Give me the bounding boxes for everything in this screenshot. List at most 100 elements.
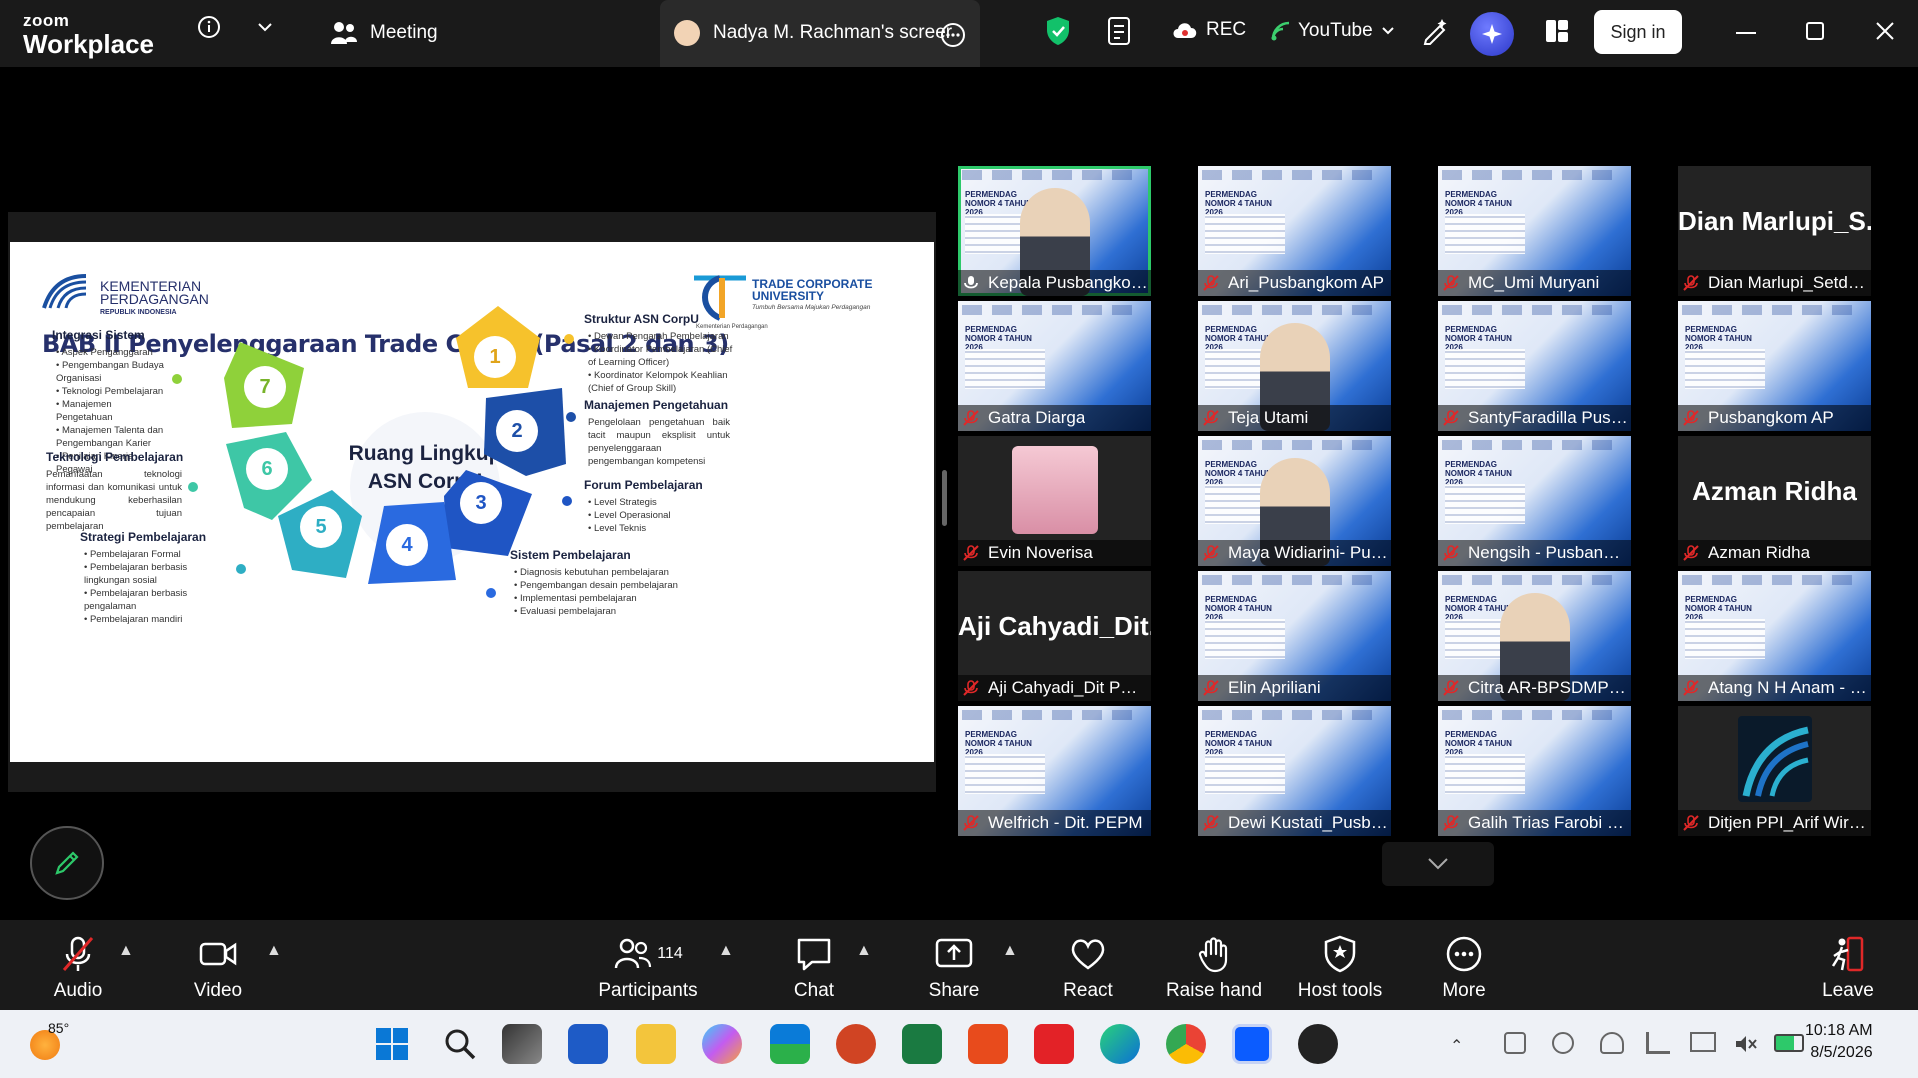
participant-name-bar: Ari_Pusbangkom AP xyxy=(1198,270,1391,296)
task-view-icon[interactable] xyxy=(502,1024,542,1064)
leave-button[interactable]: Leave xyxy=(1788,934,1908,1002)
participant-tile[interactable]: PERMENDAG NOMOR 4 TAHUN 2026 Atang N H An… xyxy=(1678,571,1871,701)
pdf-app-icon[interactable] xyxy=(968,1024,1008,1064)
split-drag-handle[interactable] xyxy=(942,470,947,526)
start-button[interactable] xyxy=(372,1024,412,1064)
word-app-icon[interactable] xyxy=(568,1024,608,1064)
info-icon[interactable] xyxy=(196,14,222,45)
participant-tile[interactable]: PERMENDAG NOMOR 4 TAHUN 2026 Dewi Kustati… xyxy=(1198,706,1391,836)
youtube-stream-button[interactable]: YouTube xyxy=(1270,20,1395,42)
participant-tile[interactable]: PERMENDAG NOMOR 4 TAHUN 2026 SantyFaradil… xyxy=(1438,301,1631,431)
zoom-app-icon[interactable] xyxy=(1232,1024,1272,1064)
participant-photo xyxy=(1012,446,1098,534)
media-player-icon[interactable] xyxy=(1298,1024,1338,1064)
chevron-down-icon[interactable] xyxy=(256,18,274,41)
minimize-icon[interactable] xyxy=(1736,32,1756,34)
file-explorer-icon[interactable] xyxy=(636,1024,676,1064)
participant-tile[interactable]: Evin Noverisa xyxy=(958,436,1151,566)
meeting-menu[interactable]: Meeting xyxy=(330,20,438,46)
annotate-pencil-button[interactable] xyxy=(30,826,104,900)
mini-slide-header xyxy=(962,305,1142,315)
wps-app-icon[interactable] xyxy=(1034,1024,1074,1064)
network-icon[interactable] xyxy=(1646,1032,1670,1054)
annotate-icon[interactable] xyxy=(1420,16,1450,51)
participant-tile[interactable]: Ditjen PPI_Arif Wiryaw... xyxy=(1678,706,1871,836)
audio-options-caret[interactable]: ▲ xyxy=(118,942,134,960)
participant-tile[interactable]: PERMENDAG NOMOR 4 TAHUN 2026 Maya Widiari… xyxy=(1198,436,1391,566)
react-button[interactable]: React xyxy=(1028,934,1148,1002)
more-options-icon[interactable] xyxy=(940,22,966,53)
record-button[interactable]: REC xyxy=(1170,18,1246,42)
mini-slide-text xyxy=(965,754,1045,794)
pin-icon xyxy=(964,276,978,289)
cloud-tray-icon[interactable] xyxy=(1600,1032,1624,1054)
copilot-icon[interactable] xyxy=(702,1024,742,1064)
edge-browser-icon[interactable] xyxy=(1100,1024,1140,1064)
sync-icon[interactable] xyxy=(1552,1032,1574,1054)
raise-hand-button[interactable]: Raise hand xyxy=(1154,934,1274,1002)
participant-tile[interactable]: PERMENDAG NOMOR 4 TAHUN 2026 Welfrich - D… xyxy=(958,706,1151,836)
notes-icon[interactable] xyxy=(1106,16,1134,51)
chrome-browser-icon[interactable] xyxy=(1166,1024,1206,1064)
host-tools-button[interactable]: Host tools xyxy=(1280,934,1400,1002)
security-shield-icon[interactable] xyxy=(1045,16,1071,51)
mini-slide-header xyxy=(1442,170,1622,180)
mini-slide-header xyxy=(1202,305,1382,315)
powerpoint-app-icon[interactable] xyxy=(836,1024,876,1064)
apps-icon[interactable] xyxy=(1544,18,1570,49)
participant-tile[interactable]: PERMENDAG NOMOR 4 TAHUN 2026 Kepala Pusba… xyxy=(958,166,1151,296)
participant-tile[interactable]: PERMENDAG NOMOR 4 TAHUN 2026 Citra AR-BPS… xyxy=(1438,571,1631,701)
windows-taskbar xyxy=(0,1010,1918,1078)
share-options-caret[interactable]: ▲ xyxy=(1002,942,1018,960)
excel-app-icon[interactable] xyxy=(902,1024,942,1064)
participant-tile[interactable]: PERMENDAG NOMOR 4 TAHUN 2026 Pusbangkom A… xyxy=(1678,301,1871,431)
hand-icon xyxy=(1198,937,1228,973)
participant-name: Kepala Pusbangkom AP xyxy=(988,273,1148,292)
participant-tile[interactable]: PERMENDAG NOMOR 4 TAHUN 2026 MC_Umi Murya… xyxy=(1438,166,1631,296)
connector-dot xyxy=(562,496,572,506)
system-clock[interactable]: 10:18 AM 8/5/2026 xyxy=(1805,1020,1873,1064)
display-icon[interactable] xyxy=(1690,1032,1716,1052)
pencil-icon xyxy=(55,851,79,875)
share-button[interactable]: Share xyxy=(894,934,1014,1002)
battery-icon[interactable] xyxy=(1774,1034,1804,1052)
participant-name-bar: Dian Marlupi_Setditje... xyxy=(1678,270,1871,296)
participant-name-bar: Welfrich - Dit. PEPM xyxy=(958,810,1151,836)
participant-tile[interactable]: Azman Ridha Azman Ridha xyxy=(1678,436,1871,566)
participants-options-caret[interactable]: ▲ xyxy=(718,942,734,960)
ministry-name: KEMENTERIAN PERDAGANGAN REPUBLIK INDONES… xyxy=(100,278,209,316)
participant-tile[interactable]: PERMENDAG NOMOR 4 TAHUN 2026 Galih Trias … xyxy=(1438,706,1631,836)
gallery-expand-button[interactable] xyxy=(1382,842,1494,886)
connector-dot xyxy=(564,334,574,344)
mini-slide-header xyxy=(1202,575,1382,585)
ai-companion-icon[interactable] xyxy=(1470,12,1514,56)
participant-tile[interactable]: PERMENDAG NOMOR 4 TAHUN 2026 Nengsih - Pu… xyxy=(1438,436,1631,566)
video-options-caret[interactable]: ▲ xyxy=(266,942,282,960)
search-taskbar-button[interactable] xyxy=(440,1024,480,1064)
participant-name: Galih Trias Farobi - Ke... xyxy=(1468,813,1628,832)
restore-icon[interactable] xyxy=(1806,22,1824,40)
participant-tile[interactable]: PERMENDAG NOMOR 4 TAHUN 2026 Teja Utami xyxy=(1198,301,1391,431)
participants-button[interactable]: 114 Participants xyxy=(588,934,708,1002)
participant-tile[interactable]: Dian Marlupi_S... Dian Marlupi_Setditje..… xyxy=(1678,166,1871,296)
chevron-up-icon[interactable]: ⌃ xyxy=(1450,1036,1463,1056)
video-button[interactable]: Video xyxy=(158,934,278,1002)
mini-slide-header xyxy=(1682,575,1862,585)
participant-tile[interactable]: Aji Cahyadi_Dit... Aji Cahyadi_Dit PEJPK_… xyxy=(958,571,1151,701)
mini-slide-title: PERMENDAG NOMOR 4 TAHUN 2026 xyxy=(1445,460,1512,487)
participant-tile[interactable]: PERMENDAG NOMOR 4 TAHUN 2026 Gatra Diarga xyxy=(958,301,1151,431)
more-button[interactable]: More xyxy=(1404,934,1524,1002)
participant-name-bar: Galih Trias Farobi - Ke... xyxy=(1438,810,1631,836)
store-icon[interactable] xyxy=(770,1024,810,1064)
chat-options-caret[interactable]: ▲ xyxy=(856,942,872,960)
close-icon[interactable] xyxy=(1874,20,1896,47)
mini-slide-text xyxy=(1445,349,1525,389)
sign-in-button[interactable]: Sign in xyxy=(1594,10,1682,54)
participant-tile[interactable]: PERMENDAG NOMOR 4 TAHUN 2026 Ari_Pusbangk… xyxy=(1198,166,1391,296)
microphone-muted-icon xyxy=(1443,815,1459,831)
microphone-muted-icon xyxy=(963,410,979,426)
tray-app-icon[interactable] xyxy=(1504,1032,1526,1054)
participant-name-bar: SantyFaradilla Pusban... xyxy=(1438,405,1631,431)
participant-tile[interactable]: PERMENDAG NOMOR 4 TAHUN 2026 Elin Aprilia… xyxy=(1198,571,1391,701)
speaker-muted-icon[interactable] xyxy=(1734,1034,1758,1059)
